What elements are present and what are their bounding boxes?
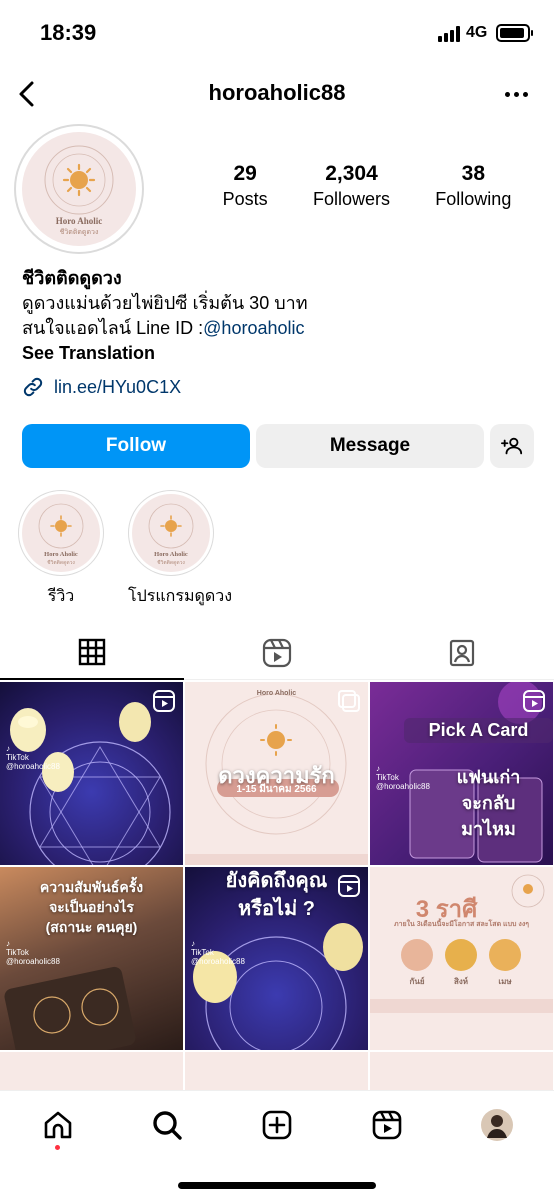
svg-text:ชีวิตติดดูดวง: ชีวิตติดดูดวง <box>47 559 75 566</box>
stat-following[interactable]: 38 Following <box>435 162 511 210</box>
nav-reels[interactable] <box>367 1105 407 1145</box>
home-indicator <box>178 1182 376 1189</box>
dot-icon <box>504 91 510 97</box>
svg-text:ชีวิตติดดูดวง: ชีวิตติดดูดวง <box>60 228 99 236</box>
nav-profile[interactable] <box>477 1105 517 1145</box>
tab-reels[interactable] <box>185 626 369 680</box>
notification-dot <box>55 1145 60 1150</box>
message-button[interactable]: Message <box>256 424 484 468</box>
tiktok-watermark: ♪ TikTok @horoaholic88 <box>376 764 430 791</box>
reel-icon <box>153 690 175 712</box>
status-bar: 18:39 4G <box>0 0 554 66</box>
stat-posts[interactable]: 29 Posts <box>223 162 268 210</box>
profile-stats: 29 Posts 2,304 Followers 38 Following <box>200 162 534 210</box>
external-link-text: lin.ee/HYu0C1X <box>54 376 182 397</box>
post-date: 1-15 มีนาคม 2566 <box>236 784 317 795</box>
post-tile[interactable] <box>185 1052 368 1092</box>
highlight-review[interactable]: Horo Aholic ชีวิตติดดูดวง รีวิว <box>18 490 104 609</box>
avatar-logo-image: Horo Aholic ชีวิตติดดูดวง <box>22 132 136 246</box>
followers-count: 2,304 <box>325 162 378 185</box>
profile-display-name: ชีวิตติดดูดวง <box>22 268 122 288</box>
status-time: 18:39 <box>40 20 97 45</box>
tiktok-watermark: ♪ TikTok @horoaholic88 <box>191 939 245 966</box>
post-caption: ยังคิดถึงคุณ หรือไม่ ? <box>225 870 328 920</box>
dot-icon <box>522 91 528 97</box>
highlight-cover: Horo Aholic ชีวิตติดดูดวง <box>18 490 104 576</box>
post-caption: แฟนเก่า จะกลับ มาไหม <box>456 767 521 839</box>
profile-avatar[interactable]: Horo Aholic ชีวิตติดดูดวง <box>14 124 144 254</box>
svg-text:Horo Aholic: Horo Aholic <box>44 551 78 558</box>
bio-line: สนใจแอดไลน์ Line ID :@horoaholic <box>22 316 532 341</box>
post-tile[interactable]: Pick A Card ♪ TikTok @horoaholic88 แฟนเก่า… <box>370 682 553 865</box>
profile-bio: ชีวิตติดดูดวง ดูดวงแม่นด้วยไพ่ยิปซี เริ่… <box>22 266 532 366</box>
bio-line-text: สนใจแอดไลน์ Line ID : <box>22 318 204 338</box>
profile-actions: Follow Message <box>22 424 534 468</box>
posts-grid: ♪ TikTok @horoaholic88 Horo Aholic ดวงความ… <box>0 682 554 1092</box>
tab-tagged[interactable] <box>370 626 554 680</box>
grid-icon <box>78 638 106 666</box>
post-tile[interactable]: ความสัมพันธ์ครั้ง จะเป็นอย่างไร (สถานะ คนค… <box>0 867 183 1050</box>
signal-icon <box>438 26 462 42</box>
post-caption: ความสัมพันธ์ครั้ง จะเป็นอย่างไร (สถานะ คนค… <box>39 879 144 935</box>
stat-followers[interactable]: 2,304 Followers <box>313 162 390 210</box>
search-icon <box>153 1111 182 1140</box>
reel-icon <box>523 690 545 712</box>
follow-button[interactable]: Follow <box>22 424 250 468</box>
profile-tabs <box>0 626 554 680</box>
mention-link[interactable]: @horoaholic <box>203 318 304 338</box>
svg-text:ชีวิตติดดูดวง: ชีวิตติดดูดวง <box>157 559 185 566</box>
post-logo-text: Horo Aholic <box>256 690 297 697</box>
reels-icon <box>262 638 292 668</box>
tiktok-watermark: ♪ TikTok @horoaholic88 <box>6 939 60 966</box>
tagged-icon <box>449 639 475 667</box>
highlight-cover: Horo Aholic ชีวิตติดดูดวง <box>128 490 214 576</box>
post-tile[interactable] <box>370 1052 553 1092</box>
nav-search[interactable] <box>147 1105 187 1145</box>
more-options-button[interactable] <box>498 80 534 108</box>
home-icon <box>44 1111 72 1139</box>
post-tile[interactable]: ♪ TikTok @horoaholic88 <box>0 682 183 865</box>
post-subtitle: ภายใน 3เดือนนี้จะมีโอกาส สละโสด แบบ งงๆ <box>393 921 529 928</box>
bio-line: ดูดวงแม่นด้วยไพ่ยิปซี เริ่มต้น 30 บาท <box>22 293 308 313</box>
network-type: 4G <box>466 24 488 41</box>
post-tile[interactable] <box>0 1052 183 1092</box>
profile-username: horoaholic88 <box>208 80 346 105</box>
followers-label: Followers <box>312 189 390 209</box>
suggest-people-button[interactable] <box>490 424 534 468</box>
highlight-horoscope-program[interactable]: Horo Aholic ชีวิตติดดูดวง โปรแกรมดูดวง <box>128 490 233 609</box>
link-icon <box>23 377 43 397</box>
dot-icon <box>513 91 519 97</box>
highlight-label: โปรแกรมดูดวง <box>128 588 233 605</box>
see-translation-button[interactable]: See Translation <box>22 341 532 366</box>
following-count: 38 <box>461 162 485 185</box>
posts-label: Posts <box>222 189 268 209</box>
zodiac-label: เมษ <box>498 977 512 986</box>
tiktok-watermark: ♪ TikTok @horoaholic88 <box>6 744 60 771</box>
tab-posts-grid[interactable] <box>0 626 184 680</box>
add-person-icon <box>501 437 523 455</box>
post-tile[interactable]: ยังคิดถึงคุณ หรือไม่ ? ♪ TikTok @horoaholic… <box>185 867 368 1050</box>
post-title: Pick A Card <box>404 718 553 743</box>
reels-icon <box>372 1110 402 1140</box>
post-tile[interactable]: 3 ราศี ภายใน 3เดือนนี้จะมีโอกาส สละโสด แ… <box>370 867 553 1050</box>
nav-home[interactable] <box>38 1105 78 1145</box>
post-tile[interactable]: Horo Aholic ดวงความรัก 1-15 มีนาคม 2566 <box>185 682 368 865</box>
nav-create[interactable] <box>257 1105 297 1145</box>
add-post-icon <box>262 1110 292 1140</box>
battery-icon <box>496 24 533 42</box>
zodiac-label: สิงห์ <box>453 977 469 986</box>
posts-count: 29 <box>233 162 257 185</box>
zodiac-label: กันย์ <box>409 977 425 986</box>
following-label: Following <box>435 189 512 209</box>
external-link[interactable]: lin.ee/HYu0C1X <box>22 376 181 398</box>
svg-text:Horo Aholic: Horo Aholic <box>56 216 103 226</box>
svg-text:Horo Aholic: Horo Aholic <box>154 551 188 558</box>
profile-avatar-icon <box>481 1109 513 1141</box>
profile-header: horoaholic88 <box>0 66 554 122</box>
highlight-label: รีวิว <box>47 588 75 605</box>
